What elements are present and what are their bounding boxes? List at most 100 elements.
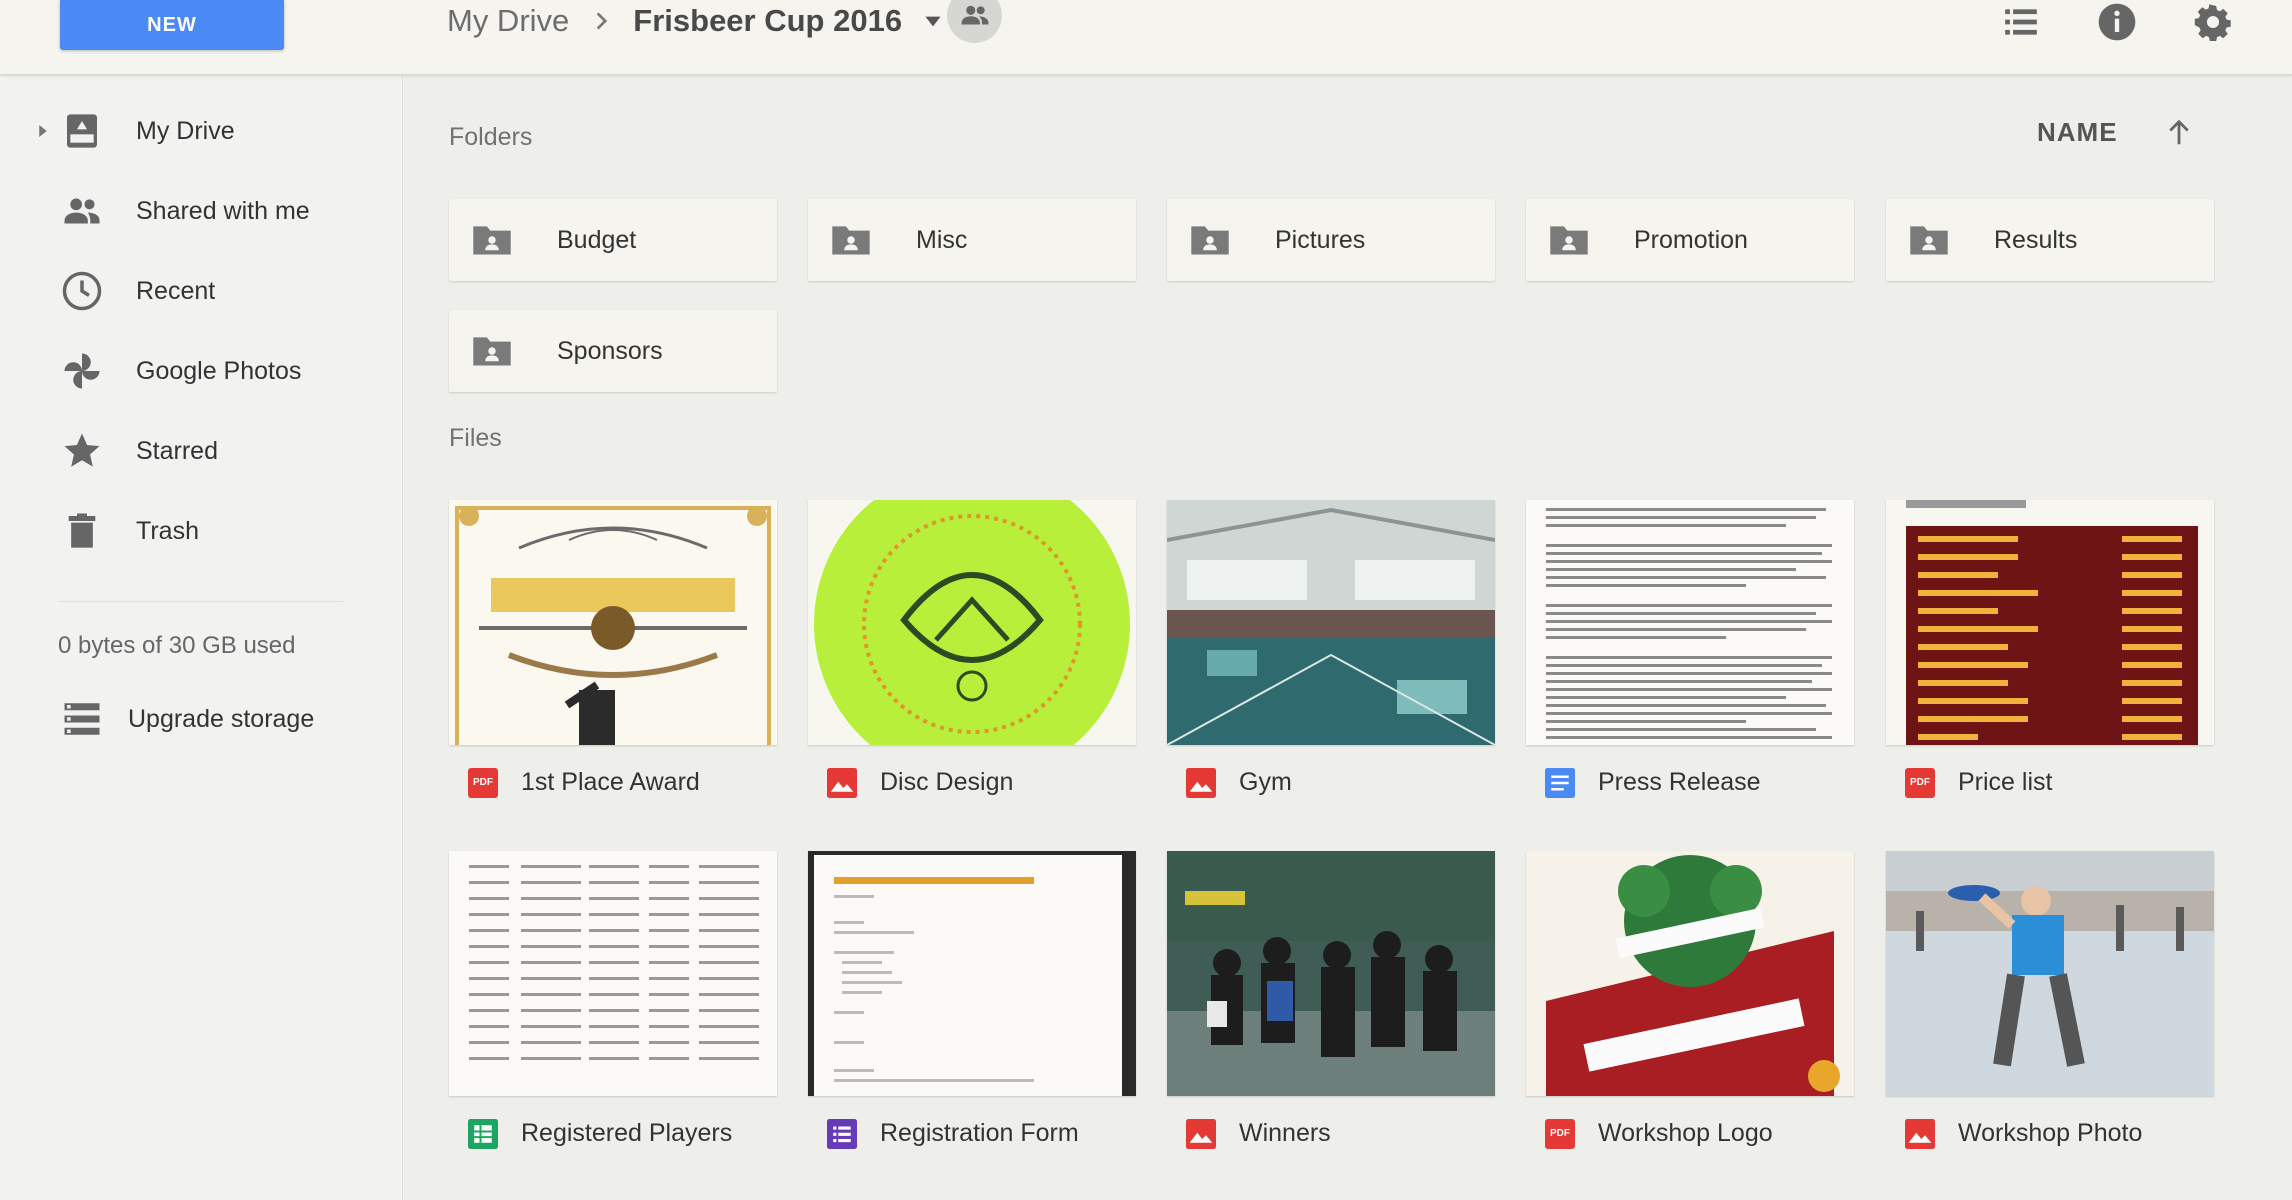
people-icon <box>961 5 988 24</box>
file-name: Disc Design <box>880 768 1014 796</box>
people-icon <box>58 187 106 235</box>
files-heading: Files <box>449 424 502 452</box>
sidebar-item-label: Trash <box>136 516 199 545</box>
file-card[interactable]: Winners <box>1167 851 1495 1171</box>
sidebar-item-starred[interactable]: Starred <box>0 419 403 483</box>
file-thumbnail <box>808 500 1136 745</box>
shared-folder-icon <box>473 226 511 255</box>
file-thumbnail <box>808 851 1136 1096</box>
file-thumbnail <box>1167 500 1495 745</box>
arrow-up-icon[interactable] <box>2164 118 2194 148</box>
sidebar-item-google-photos[interactable]: Google Photos <box>0 339 403 403</box>
drive-icon <box>58 107 106 155</box>
image-icon <box>1185 1118 1217 1150</box>
chevron-right-icon <box>596 12 608 30</box>
file-meta: Registered Players <box>449 1096 777 1171</box>
folder-name: Sponsors <box>557 336 663 365</box>
file-card[interactable]: PDF Price list <box>1886 500 2214 820</box>
folder-card[interactable]: Results <box>1886 199 2214 281</box>
main-content: Folders NAME Budget Misc Pictures Promot… <box>404 75 2292 1200</box>
file-meta: Registration Form <box>808 1096 1136 1171</box>
breadcrumb-root[interactable]: My Drive <box>447 3 569 39</box>
shared-folder-icon <box>832 226 870 255</box>
image-icon <box>826 767 858 799</box>
file-name: Winners <box>1239 1119 1331 1147</box>
file-thumbnail <box>449 500 777 745</box>
storage-usage: 0 bytes of 30 GB used <box>58 632 296 659</box>
breadcrumb-current-folder[interactable]: Frisbeer Cup 2016 <box>633 3 902 39</box>
list-view-button[interactable] <box>1999 0 2043 44</box>
upgrade-storage-button[interactable]: Upgrade storage <box>0 687 403 751</box>
file-meta: PDF Workshop Logo <box>1526 1096 1854 1171</box>
sidebar-item-trash[interactable]: Trash <box>0 499 403 563</box>
sort-label[interactable]: NAME <box>2037 117 2118 148</box>
folder-name: Pictures <box>1275 225 1366 254</box>
file-card[interactable]: Press Release <box>1526 500 1854 820</box>
list-view-icon <box>2005 9 2037 35</box>
pdf-icon: PDF <box>1544 1118 1576 1150</box>
clock-icon <box>58 267 106 315</box>
file-card[interactable]: Registered Players <box>449 851 777 1171</box>
file-card[interactable]: Gym <box>1167 500 1495 820</box>
folder-card[interactable]: Promotion <box>1526 199 1854 281</box>
file-name: Registration Form <box>880 1119 1079 1147</box>
file-thumbnail <box>1886 851 2214 1096</box>
shared-folder-icon <box>1550 226 1588 255</box>
breadcrumb: My Drive Frisbeer Cup 2016 <box>447 0 946 42</box>
folder-card[interactable]: Sponsors <box>449 310 777 392</box>
file-meta: PDF Price list <box>1886 745 2214 820</box>
folder-name: Misc <box>916 225 968 254</box>
details-button[interactable] <box>2095 0 2139 44</box>
pdf-icon: PDF <box>1904 767 1936 799</box>
file-meta: Press Release <box>1526 745 1854 820</box>
file-card[interactable]: Disc Design <box>808 500 1136 820</box>
folders-heading: Folders <box>449 123 533 151</box>
trash-icon <box>58 507 106 555</box>
folder-card[interactable]: Pictures <box>1167 199 1495 281</box>
file-thumbnail <box>449 851 777 1096</box>
caret-down-icon[interactable] <box>920 8 946 34</box>
file-name: Workshop Logo <box>1598 1119 1773 1147</box>
storage-icon <box>58 695 106 743</box>
file-card[interactable]: PDF 1st Place Award <box>449 500 777 820</box>
file-name: Gym <box>1239 768 1292 796</box>
sidebar-item-label: Google Photos <box>136 356 302 385</box>
sidebar-item-label: Shared with me <box>136 196 310 225</box>
folder-name: Promotion <box>1634 225 1748 254</box>
info-icon <box>2098 3 2136 41</box>
image-icon <box>1185 767 1217 799</box>
file-name: 1st Place Award <box>521 768 700 796</box>
top-bar: NEW My Drive Frisbeer Cup 2016 <box>0 0 2292 75</box>
expand-arrow-icon[interactable] <box>34 122 52 140</box>
document-icon <box>1544 767 1576 799</box>
shared-folder-button[interactable] <box>947 0 1002 43</box>
sidebar-item-label: My Drive <box>136 116 235 145</box>
gear-icon <box>2194 4 2231 41</box>
sidebar-item-recent[interactable]: Recent <box>0 259 403 323</box>
settings-button[interactable] <box>2191 0 2235 44</box>
shared-folder-icon <box>473 337 511 366</box>
folder-name: Budget <box>557 225 637 254</box>
folder-card[interactable]: Budget <box>449 199 777 281</box>
spreadsheet-icon <box>467 1118 499 1150</box>
file-thumbnail <box>1886 500 2214 745</box>
new-button[interactable]: NEW <box>60 0 284 50</box>
shared-folder-icon <box>1910 226 1948 255</box>
file-meta: Workshop Photo <box>1886 1096 2214 1171</box>
shared-folder-icon <box>1191 226 1229 255</box>
folder-card[interactable]: Misc <box>808 199 1136 281</box>
file-meta: PDF 1st Place Award <box>449 745 777 820</box>
sidebar-item-label: Starred <box>136 436 218 465</box>
sidebar-divider <box>58 601 343 602</box>
sort-control[interactable]: NAME <box>2037 117 2194 148</box>
sidebar-item-my-drive[interactable]: My Drive <box>0 99 403 163</box>
sidebar-item-label: Recent <box>136 276 216 305</box>
sidebar-item-shared-with-me[interactable]: Shared with me <box>0 179 403 243</box>
file-card[interactable]: Workshop Photo <box>1886 851 2214 1171</box>
folder-name: Results <box>1994 225 2078 254</box>
file-meta: Winners <box>1167 1096 1495 1171</box>
file-card[interactable]: Registration Form <box>808 851 1136 1171</box>
file-name: Workshop Photo <box>1958 1119 2143 1147</box>
file-name: Press Release <box>1598 768 1761 796</box>
file-card[interactable]: PDF Workshop Logo <box>1526 851 1854 1171</box>
